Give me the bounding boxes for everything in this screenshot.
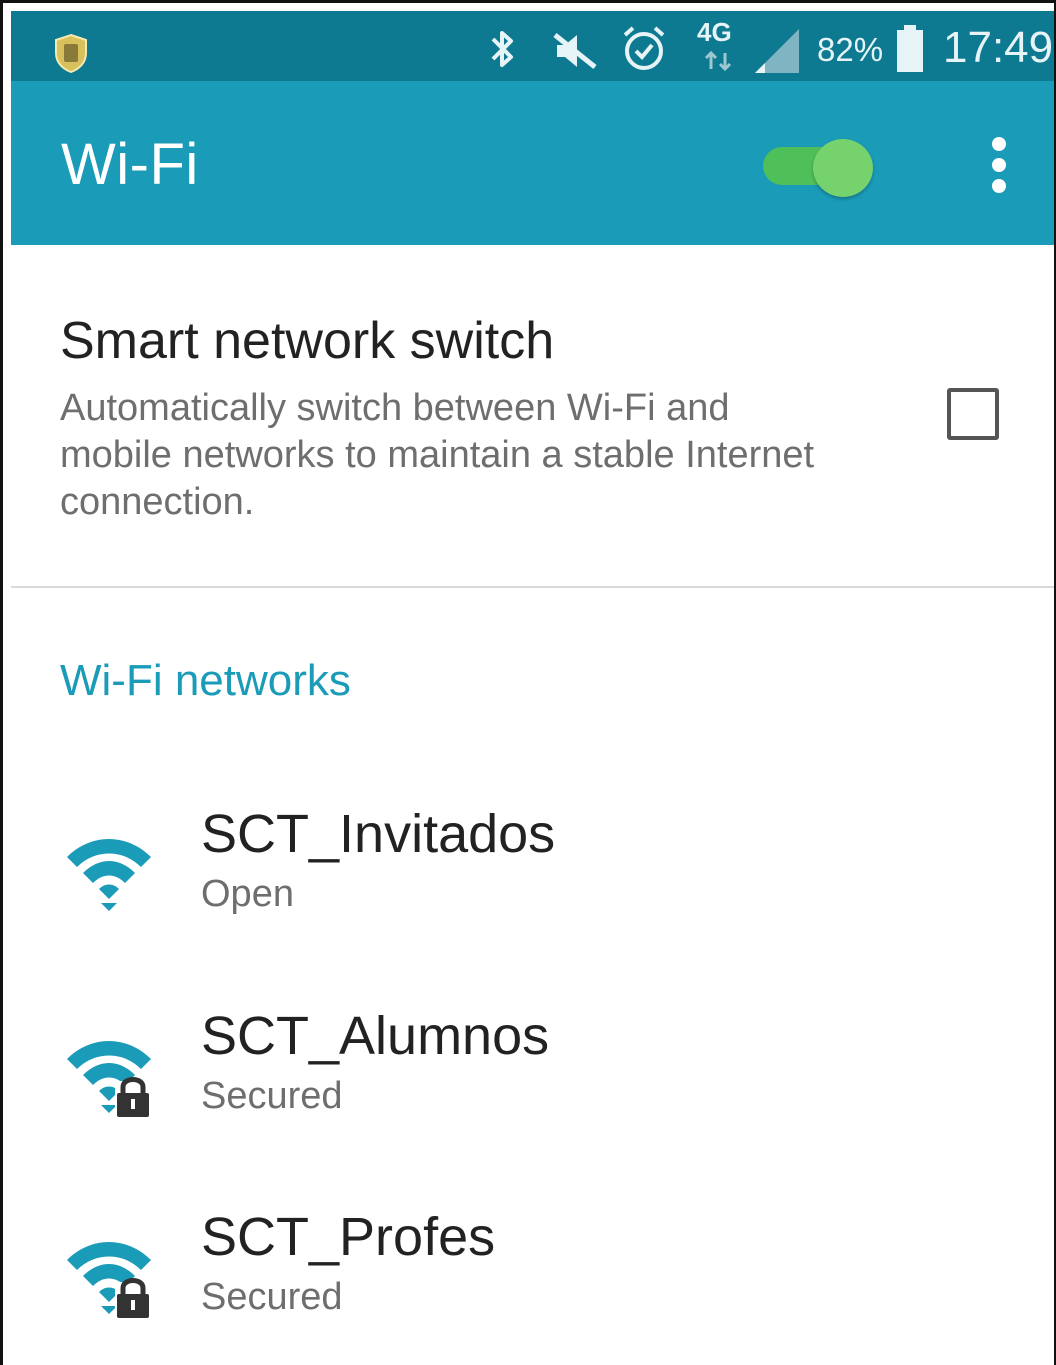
smart-network-switch-checkbox[interactable] (947, 388, 999, 440)
app-bar: Wi-Fi (11, 81, 1054, 245)
wifi-secured-icon (67, 1242, 155, 1318)
wifi-networks-header: Wi-Fi networks (60, 656, 351, 705)
network-status: Secured (201, 1276, 343, 1318)
status-bar: 4G 82% 17:49 (11, 11, 1054, 81)
smart-network-switch-title: Smart network switch (60, 312, 555, 370)
network-type-label: 4G (697, 17, 732, 47)
security-shield-icon (55, 33, 87, 73)
data-arrows-icon (704, 51, 732, 71)
toggle-thumb (813, 139, 873, 197)
network-status: Open (201, 873, 294, 915)
cell-signal-icon (755, 29, 799, 73)
divider (11, 586, 1054, 588)
wifi-secured-icon (67, 1041, 155, 1117)
page-title: Wi-Fi (61, 132, 199, 197)
network-name: SCT_Invitados (201, 804, 556, 864)
network-item-sct-profes[interactable]: SCT_Profes Secured (11, 1206, 1054, 1365)
battery-icon (897, 25, 923, 72)
network-item-sct-invitados[interactable]: SCT_Invitados Open (11, 803, 1054, 993)
alarm-icon (623, 26, 665, 70)
network-item-sct-alumnos[interactable]: SCT_Alumnos Secured (11, 1005, 1054, 1195)
network-status: Secured (201, 1075, 343, 1117)
phone-screen: 4G 82% 17:49 Wi-Fi Smart network switch … (0, 0, 1056, 1365)
battery-percent: 82% (817, 31, 884, 68)
status-clock: 17:49 (943, 23, 1054, 72)
bluetooth-icon (491, 31, 513, 67)
network-name: SCT_Profes (201, 1207, 496, 1267)
smart-network-switch-description: Automatically switch between Wi-Fi and m… (60, 387, 815, 523)
network-name: SCT_Alumnos (201, 1006, 550, 1066)
wifi-signal-icon (67, 839, 151, 911)
mobile-data-indicator: 4G (697, 17, 741, 75)
sound-muted-icon (553, 33, 597, 69)
wifi-toggle[interactable] (763, 139, 875, 197)
more-options-icon[interactable] (987, 135, 1017, 195)
